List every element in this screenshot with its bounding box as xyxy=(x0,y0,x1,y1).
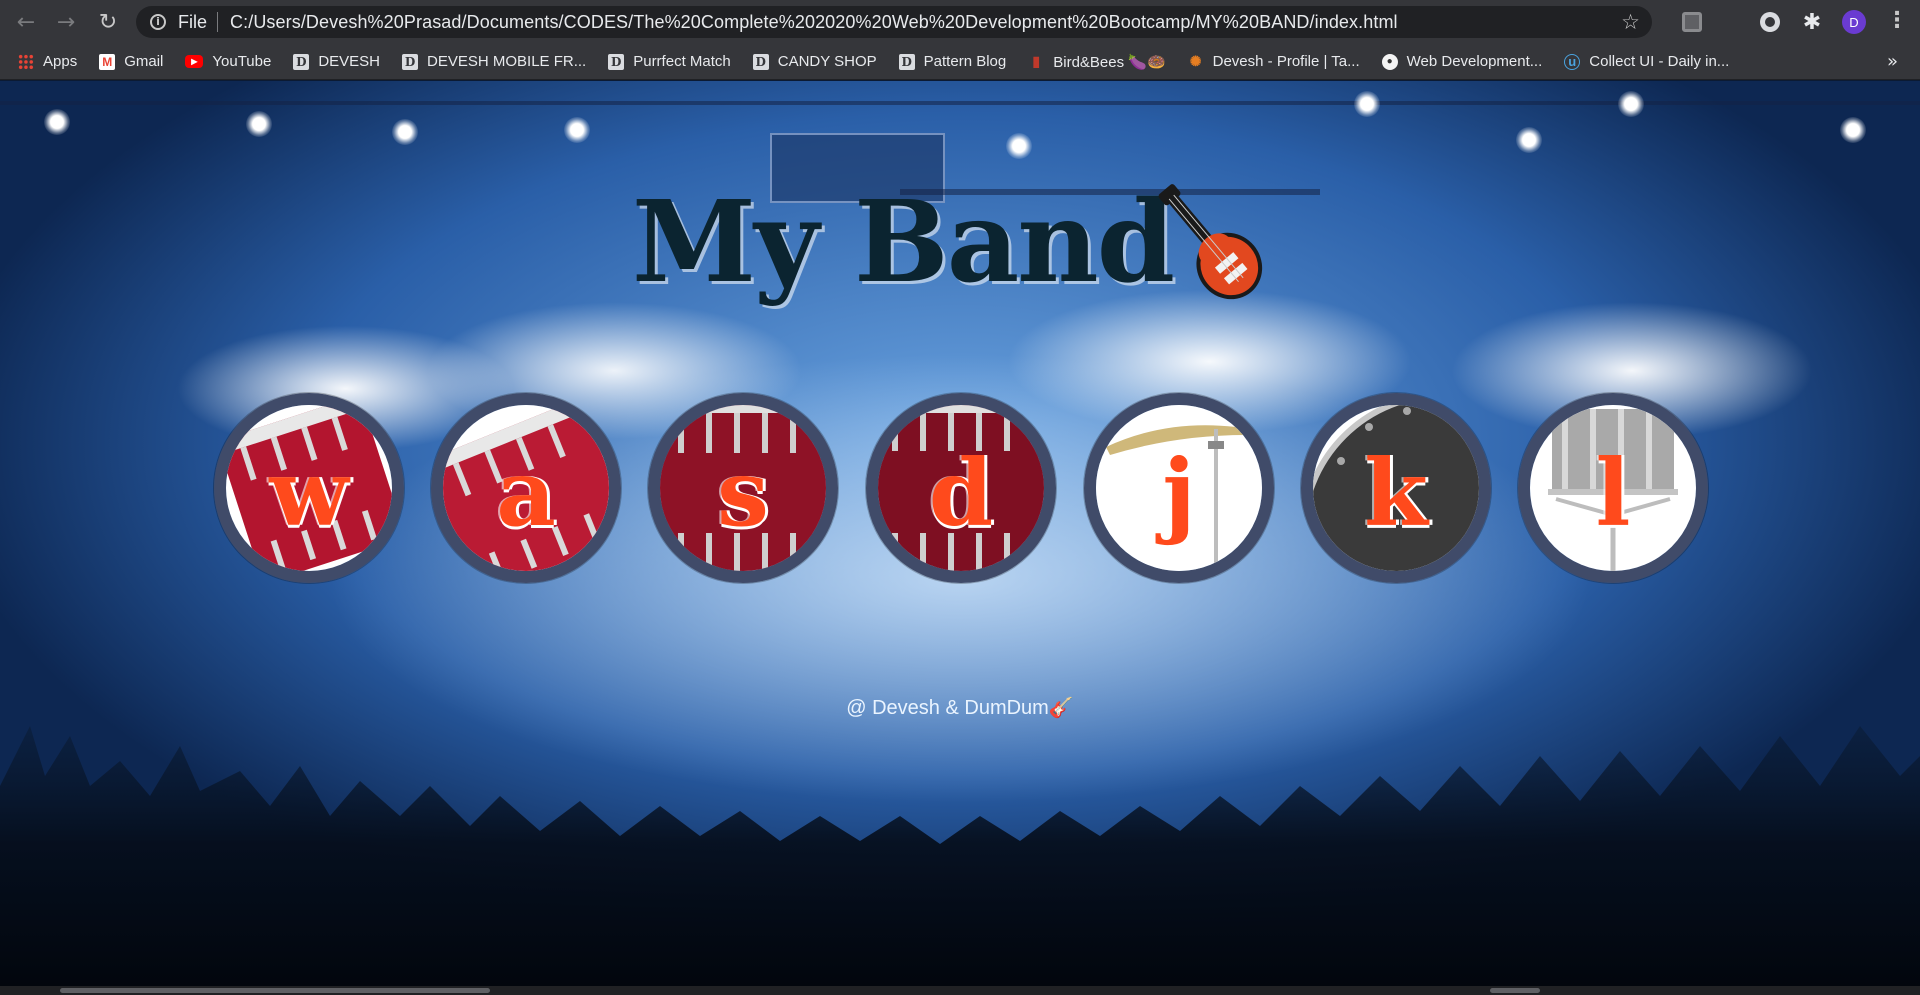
drum-key-label: w xyxy=(269,439,349,547)
d-favicon-icon: D xyxy=(608,53,625,70)
bookmark-bird-bees[interactable]: ▮ Bird&Bees 🍆🍩 xyxy=(1028,53,1165,71)
bookmark-pattern-blog[interactable]: D Pattern Blog xyxy=(898,53,1007,70)
bookmark-label: DEVESH MOBILE FR... xyxy=(427,53,587,70)
drum-button-j[interactable]: j xyxy=(1084,393,1274,583)
bookmark-star-icon[interactable]: ☆ xyxy=(1621,10,1640,34)
devpost-icon: ✺ xyxy=(1189,53,1202,69)
bookmark-youtube[interactable]: ▶ YouTube xyxy=(185,53,271,70)
page-footer: @ Devesh & DumDum🎸 xyxy=(846,697,1074,719)
address-bar[interactable]: i File C:/Users/Devesh%20Prasad/Document… xyxy=(136,6,1652,38)
apps-grid-icon xyxy=(18,53,34,70)
back-button[interactable]: ← xyxy=(6,0,46,44)
bookmarks-overflow-icon[interactable]: » xyxy=(1887,51,1898,72)
bookmark-label: Devesh - Profile | Ta... xyxy=(1212,53,1360,70)
drum-set: w a s d j k l xyxy=(0,393,1920,583)
stage-light-decoration xyxy=(1516,127,1542,153)
drum-button-l[interactable]: l xyxy=(1518,393,1708,583)
extension-circle-icon[interactable] xyxy=(1758,10,1782,34)
bookmark-label: Web Development... xyxy=(1406,53,1543,70)
guitar-icon xyxy=(1158,184,1263,300)
bookmark-devesh-profile[interactable]: ✺ Devesh - Profile | Ta... xyxy=(1188,53,1360,70)
drum-button-s[interactable]: s xyxy=(648,393,838,583)
drum-key-label: j xyxy=(1162,439,1196,547)
bookmark-devesh-mobile[interactable]: D DEVESH MOBILE FR... xyxy=(402,53,586,70)
bookmark-apps[interactable]: Apps xyxy=(18,53,77,70)
scrollbar-thumb[interactable] xyxy=(60,988,490,993)
drum-key-label: a xyxy=(496,439,556,547)
url-text[interactable]: C:/Users/Devesh%20Prasad/Documents/CODES… xyxy=(230,12,1398,33)
browser-toolbar: ← → ↻ i File C:/Users/Devesh%20Prasad/Do… xyxy=(0,0,1920,44)
drum-button-k[interactable]: k xyxy=(1301,393,1491,583)
bookmark-label: Gmail xyxy=(124,53,164,70)
d-favicon-icon: D xyxy=(752,53,769,70)
drum-button-a[interactable]: a xyxy=(431,393,621,583)
drum-button-d[interactable]: d xyxy=(866,393,1056,583)
stage-light-decoration xyxy=(1618,91,1644,117)
drum-key-label: k xyxy=(1364,439,1428,547)
horizontal-scrollbar[interactable] xyxy=(0,986,1920,995)
file-label: File xyxy=(178,11,208,32)
bookmark-gmail[interactable]: M Gmail xyxy=(99,53,163,70)
drum-key-label: s xyxy=(717,439,769,547)
bookmark-candy-shop[interactable]: D CANDY SHOP xyxy=(752,53,877,70)
bookmark-label: Collect UI - Daily in... xyxy=(1589,53,1730,70)
page-viewport: My Band w a s d j k l @ Devesh & DumDum🎸 xyxy=(0,81,1920,986)
stage-light-decoration xyxy=(392,119,418,145)
drum-key-label: l xyxy=(1595,439,1631,547)
bookmark-label: CANDY SHOP xyxy=(777,53,877,70)
web-dev-icon: ● xyxy=(1381,53,1398,70)
collect-ui-icon: u xyxy=(1564,53,1581,70)
omnibox-separator xyxy=(217,12,219,32)
browser-menu-icon[interactable]: ⋮ xyxy=(1886,8,1908,34)
stage-light-decoration xyxy=(44,109,70,135)
stage-light-decoration xyxy=(1354,91,1380,117)
scrollbar-thumb-secondary[interactable] xyxy=(1490,988,1540,993)
bookmark-label: Purrfect Match xyxy=(633,53,731,70)
bookmark-label: Apps xyxy=(43,53,78,70)
d-favicon-icon: D xyxy=(898,53,915,70)
bookmarks-bar: Apps M Gmail ▶ YouTube D DEVESH D DEVESH… xyxy=(0,44,1920,80)
bookmark-label: YouTube xyxy=(212,53,272,70)
bookmark-web-development[interactable]: ● Web Development... xyxy=(1381,53,1543,70)
extensions-puzzle-icon[interactable]: ✱ xyxy=(1800,10,1824,35)
d-favicon-icon: D xyxy=(293,53,310,70)
bookmark-purrfect-match[interactable]: D Purrfect Match xyxy=(608,53,731,70)
info-icon[interactable]: i xyxy=(150,14,166,30)
stage-light-decoration xyxy=(246,111,272,137)
bookmark-label: Pattern Blog xyxy=(923,53,1007,70)
bookmark-devesh[interactable]: D DEVESH xyxy=(293,53,380,70)
stage-light-decoration xyxy=(1006,133,1032,159)
profile-avatar[interactable]: D xyxy=(1842,10,1866,34)
bird-icon: ▮ xyxy=(1032,53,1041,69)
reload-button[interactable]: ↻ xyxy=(88,0,128,44)
youtube-icon: ▶ xyxy=(185,55,204,68)
bookmark-label: Bird&Bees 🍆🍩 xyxy=(1053,53,1166,71)
stage-light-decoration xyxy=(564,117,590,143)
stage-light-decoration xyxy=(1840,117,1866,143)
forward-button[interactable]: → xyxy=(46,0,86,44)
gmail-icon: M xyxy=(99,53,116,70)
d-favicon-icon: D xyxy=(402,53,419,70)
bookmark-collect-ui[interactable]: u Collect UI - Daily in... xyxy=(1564,53,1729,70)
drum-button-w[interactable]: w xyxy=(214,393,404,583)
bookmark-label: DEVESH xyxy=(318,53,381,70)
extension-square-icon[interactable] xyxy=(1680,10,1704,34)
drum-key-label: d xyxy=(928,439,994,547)
